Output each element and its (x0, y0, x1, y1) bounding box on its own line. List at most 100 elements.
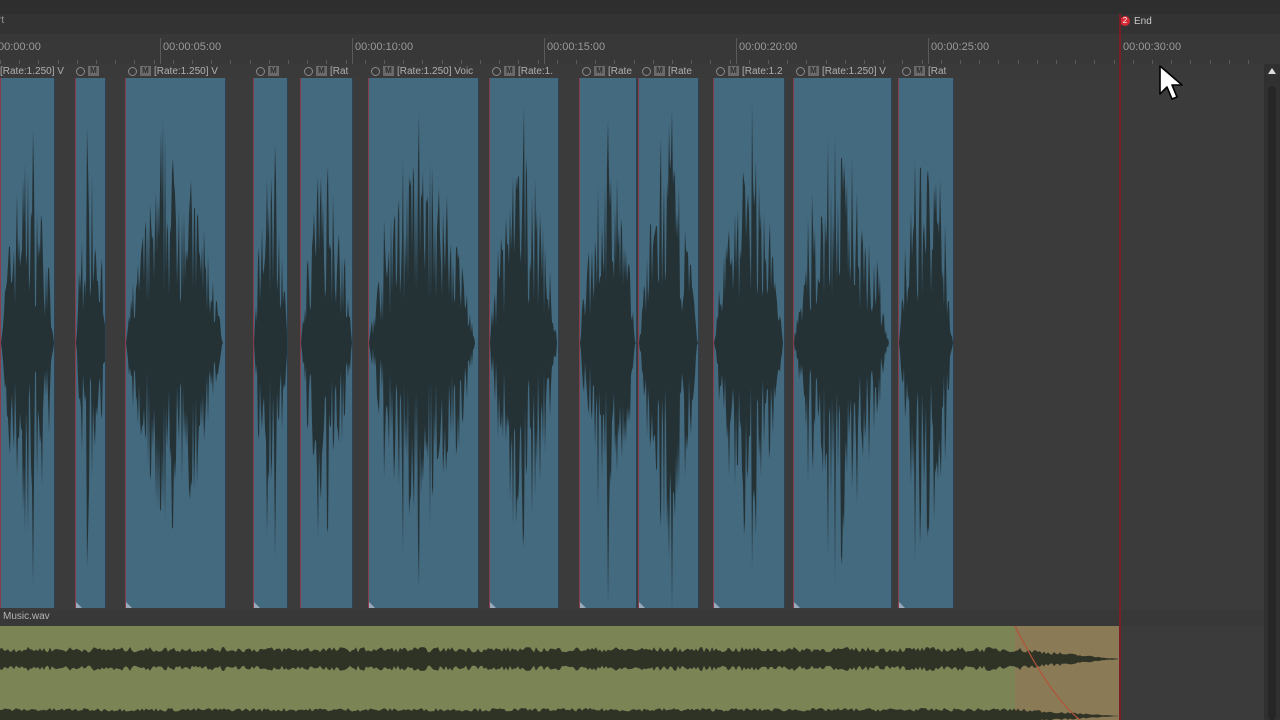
clip-header-label: [Rat (330, 65, 349, 77)
power-icon[interactable] (716, 66, 725, 76)
power-icon[interactable] (128, 66, 137, 76)
timeline-ruler[interactable]: 00:00:00 00:00:05:00 00:00:10:00 00:00:1… (0, 34, 1280, 64)
clip-header[interactable]: M [Rate:1.2 (716, 64, 792, 78)
clip-header[interactable]: [Rate:1.250] V (0, 64, 70, 78)
clip-header[interactable]: M [Rate (582, 64, 640, 78)
ruler-major-tick (544, 38, 545, 64)
end-marker-label: End (1134, 15, 1152, 27)
waveform (301, 166, 352, 538)
power-icon[interactable] (642, 66, 651, 76)
waveform (254, 144, 287, 559)
mouse-pointer-icon (1159, 65, 1183, 100)
clip-header[interactable]: M [Rate:1. (492, 64, 578, 78)
waveform-shape (899, 159, 953, 563)
ruler-label: 00:00:30:00 (1123, 41, 1182, 53)
vertical-scrollbar[interactable] (1264, 64, 1280, 720)
ruler-label: 00:00:20:00 (739, 41, 798, 53)
voice-clip[interactable] (368, 78, 479, 608)
music-waveform-shape (0, 708, 1118, 720)
fade-handle[interactable] (794, 602, 800, 608)
ruler-label: 00:00:05:00 (163, 41, 222, 53)
voice-clip-header-row: [Rate:1.250] V M M [Rate:1.250] V M M [R… (0, 64, 1264, 78)
mute-icon[interactable]: M (914, 66, 925, 76)
clip-header-label: [Rate:1.250] V (822, 65, 886, 77)
scroll-up-icon[interactable] (1268, 68, 1276, 74)
clip-header[interactable]: M [Rate:1.250] V (796, 64, 900, 78)
clip-header-label: [Rate:1. (518, 65, 554, 77)
end-marker[interactable]: 2 End (1120, 14, 1152, 28)
waveform-shape (639, 108, 698, 608)
voice-clip[interactable] (0, 78, 55, 608)
fade-handle[interactable] (580, 602, 586, 608)
voice-clip[interactable] (898, 78, 954, 608)
waveform (76, 127, 105, 568)
clip-header[interactable]: M [Rat (902, 64, 962, 78)
fade-handle[interactable] (899, 602, 905, 608)
waveform-shape (794, 137, 891, 585)
voice-clip[interactable] (638, 78, 699, 608)
power-icon[interactable] (796, 66, 805, 76)
power-icon[interactable] (582, 66, 591, 76)
clip-header-label: [Rate:1.2 (742, 65, 783, 77)
mute-icon[interactable]: M (808, 66, 819, 76)
waveform-shape (580, 120, 636, 606)
mute-icon[interactable]: M (268, 66, 279, 76)
fade-handle[interactable] (714, 602, 720, 608)
marker-bar[interactable]: rt 2 End (0, 14, 1280, 34)
fade-curve[interactable] (1014, 626, 1081, 720)
power-icon[interactable] (902, 66, 911, 76)
voice-clip[interactable] (75, 78, 106, 608)
mute-icon[interactable]: M (140, 66, 151, 76)
waveform (126, 118, 225, 529)
fade-handle[interactable] (490, 602, 496, 608)
scrollbar-thumb[interactable] (1268, 86, 1276, 720)
waveform-shape (369, 113, 478, 588)
clip-header[interactable]: M [Rat (304, 64, 366, 78)
clip-header[interactable]: M [Rate (642, 64, 714, 78)
clip-header[interactable]: M [Rate:1.250] V (128, 64, 252, 78)
power-icon[interactable] (76, 66, 85, 76)
power-icon[interactable] (256, 66, 265, 76)
power-icon[interactable] (304, 66, 313, 76)
ruler-label: 00:00:00 (0, 41, 41, 53)
mute-icon[interactable]: M (383, 66, 394, 76)
fade-handle[interactable] (639, 602, 645, 608)
voice-clip[interactable] (793, 78, 892, 608)
ruler-major-tick (160, 38, 161, 64)
fade-handle[interactable] (254, 602, 260, 608)
music-clip[interactable] (0, 626, 1119, 720)
voice-clip[interactable] (713, 78, 785, 608)
voice-clip[interactable] (253, 78, 288, 608)
voice-clip[interactable] (489, 78, 559, 608)
mute-icon[interactable]: M (594, 66, 605, 76)
waveform (794, 137, 891, 585)
music-track[interactable] (0, 626, 1264, 720)
voice-track[interactable] (0, 78, 1264, 610)
ruler-label: 00:00:10:00 (355, 41, 414, 53)
mute-icon[interactable]: M (654, 66, 665, 76)
clip-header-label: [Rat (928, 65, 947, 77)
clip-header[interactable]: M (256, 64, 298, 78)
end-marker-line (1119, 14, 1121, 720)
waveform (369, 113, 478, 588)
fade-handle[interactable] (76, 602, 82, 608)
clip-header[interactable]: M (76, 64, 120, 78)
power-icon[interactable] (492, 66, 501, 76)
voice-clip[interactable] (300, 78, 353, 608)
mute-icon[interactable]: M (88, 66, 99, 76)
voice-clip[interactable] (579, 78, 637, 608)
fade-handle[interactable] (126, 602, 132, 608)
waveform (899, 159, 953, 563)
mute-icon[interactable]: M (504, 66, 515, 76)
power-icon[interactable] (371, 66, 380, 76)
fade-handle[interactable] (369, 602, 375, 608)
voice-clip[interactable] (125, 78, 226, 608)
clip-header-label: [Rate:1.250] V (154, 65, 218, 77)
music-clip-name: Music.wav (3, 611, 50, 622)
clip-header[interactable]: M [Rate:1.250] Voic (371, 64, 489, 78)
top-bar: rt (0, 0, 1280, 25)
clip-header-label: [Rate:1.250] Voic (397, 65, 474, 77)
clip-header-label: [Rate (668, 65, 692, 77)
mute-icon[interactable]: M (316, 66, 327, 76)
mute-icon[interactable]: M (728, 66, 739, 76)
